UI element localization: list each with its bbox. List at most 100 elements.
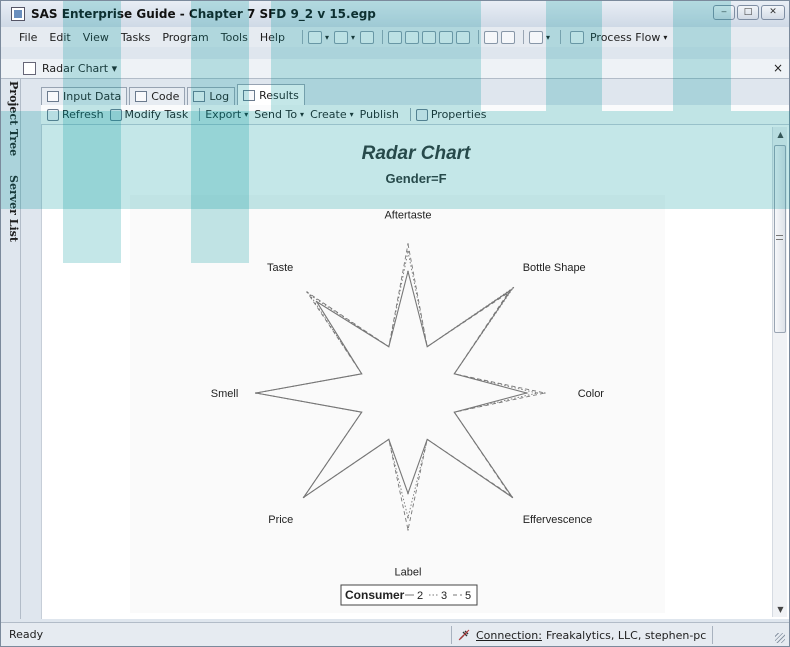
results-viewer: Radar Chart Gender=F Aftertaste Bottle Sh… [41, 125, 789, 619]
tab-results[interactable]: Results [237, 84, 305, 105]
radar-point [536, 392, 538, 394]
copy-icon[interactable] [421, 30, 436, 44]
menu-help[interactable]: Help [260, 31, 285, 44]
server-list-tab[interactable]: Server List [2, 175, 20, 242]
undo-icon[interactable] [483, 30, 498, 44]
layout-dropdown-icon[interactable]: ▾ [546, 33, 550, 42]
process-flow-icon [569, 30, 584, 44]
tab-label: Results [259, 88, 299, 102]
side-rail: Project Tree Server List [1, 79, 21, 619]
connection-label: Connection: [476, 628, 542, 642]
radar-point [315, 300, 318, 303]
create-label: Create [310, 108, 347, 121]
close-button[interactable]: ✕ [761, 5, 785, 20]
new-dropdown-icon[interactable]: ▾ [325, 33, 329, 42]
send-to-button[interactable]: Send To ▾ [254, 108, 304, 121]
radar-axis-label: Aftertaste [384, 210, 431, 222]
connection-value: Freakalytics, LLC, stephen-pc [545, 628, 707, 642]
open-dropdown-icon[interactable]: ▾ [351, 33, 355, 42]
properties-button[interactable]: Properties [415, 108, 487, 121]
radar-point [407, 243, 409, 245]
refresh-label: Refresh [62, 108, 104, 121]
tab-input-data[interactable]: Input Data [41, 87, 128, 105]
connection-status[interactable]: Connection: Freakalytics, LLC, stephen-p… [451, 626, 714, 644]
radar-point [407, 492, 409, 495]
export-button[interactable]: Export ▾ [205, 108, 248, 121]
chevron-down-icon: ▾ [663, 32, 668, 42]
delete-icon[interactable] [455, 30, 470, 44]
paste-icon[interactable] [438, 30, 453, 44]
tab-code[interactable]: Code [129, 87, 186, 105]
radar-axis-label: Bottle Shape [523, 262, 586, 274]
radar-point [407, 270, 409, 273]
radar-point [509, 494, 511, 496]
radar-point [511, 496, 514, 499]
refresh-button[interactable]: Refresh [47, 108, 104, 121]
scroll-down-icon[interactable]: ▼ [773, 602, 788, 617]
server-icon[interactable] [359, 30, 374, 44]
redo-icon[interactable] [500, 30, 515, 44]
legend-title: Consumer [345, 588, 405, 602]
radar-point [309, 294, 312, 296]
new-icon[interactable] [307, 30, 322, 44]
code-icon [135, 91, 148, 102]
process-flow-button[interactable]: Process Flow ▾ [569, 30, 672, 44]
scroll-up-icon[interactable]: ▲ [773, 127, 788, 142]
menu-tasks[interactable]: Tasks [121, 31, 150, 44]
cut-icon[interactable] [404, 30, 419, 44]
radar-point [407, 250, 409, 253]
toolbar-separator [381, 30, 383, 44]
menu-edit[interactable]: Edit [49, 31, 70, 44]
sas-app-icon [11, 7, 25, 21]
chevron-down-icon: ▾ [300, 110, 305, 119]
results-icon [243, 89, 256, 101]
close-document-icon[interactable]: × [773, 61, 783, 75]
maximize-button[interactable]: □ [737, 5, 759, 20]
radar-axis-label: Label [395, 567, 422, 579]
table-icon [47, 91, 59, 102]
document-tab-radar-chart[interactable]: Radar Chart ▾ [42, 62, 117, 75]
radar-point [407, 529, 409, 531]
menu-program[interactable]: Program [162, 31, 208, 44]
window-layout-icon[interactable] [528, 30, 543, 44]
radar-axis-label: Taste [267, 262, 293, 274]
radar-point [302, 496, 305, 499]
radar-point [407, 516, 409, 519]
print-icon[interactable] [387, 30, 402, 44]
modify-task-button[interactable]: Modify Task [109, 108, 188, 121]
properties-icon [415, 108, 428, 121]
tab-label: Log [209, 90, 230, 103]
project-tree-tab[interactable]: Project Tree [2, 81, 20, 156]
title-bar: SAS Enterprise Guide - Chapter 7 SFD 9_2… [1, 1, 789, 27]
menu-view[interactable]: View [83, 31, 109, 44]
toolbar-separator [199, 108, 201, 121]
radar-point [306, 291, 308, 293]
create-button[interactable]: Create ▾ [310, 108, 354, 121]
radar-point [255, 392, 257, 394]
results-toolbar: Refresh Modify Task Export ▾ Send To ▾ Cre… [41, 105, 789, 125]
menu-tools[interactable]: Tools [221, 31, 248, 44]
legend-entry: 2 [417, 590, 423, 602]
vertical-scrollbar[interactable]: ▲ ▼ [772, 127, 787, 617]
tab-log[interactable]: Log [187, 87, 236, 105]
document-tab-bar: Radar Chart ▾ × [1, 59, 789, 79]
log-icon [193, 91, 206, 102]
tab-label: Code [151, 90, 180, 103]
status-text: Ready [9, 628, 44, 641]
modify-task-icon [109, 108, 122, 121]
toolbar-separator [522, 30, 524, 44]
chart-document-icon [23, 62, 36, 75]
resize-gripper-icon[interactable] [775, 633, 785, 643]
status-bar: Ready Connection: Freakalytics, LLC, ste… [1, 622, 789, 646]
properties-label: Properties [430, 108, 487, 121]
export-label: Export [205, 108, 242, 121]
chevron-down-icon: ▾ [244, 110, 249, 119]
menu-file[interactable]: File [19, 31, 37, 44]
radar-point [544, 392, 546, 394]
minimize-button[interactable]: ‒ [713, 5, 735, 20]
publish-button[interactable]: Publish [360, 108, 399, 121]
legend-entry: 5 [465, 590, 471, 602]
open-icon[interactable] [333, 30, 348, 44]
send-to-label: Send To [254, 108, 298, 121]
legend-entry: 3 [441, 590, 447, 602]
